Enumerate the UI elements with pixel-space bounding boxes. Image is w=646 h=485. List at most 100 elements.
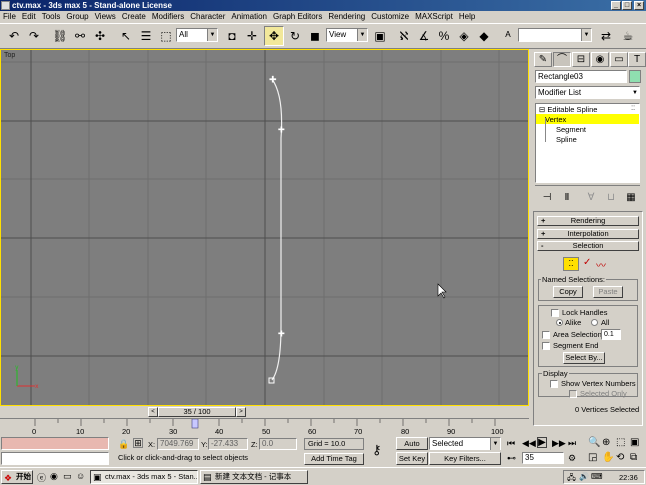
pin-stack-icon[interactable]: ⊣ bbox=[537, 187, 557, 207]
menu-maxscript[interactable]: MAXScript bbox=[415, 12, 453, 21]
maximize-viewport-icon[interactable]: ⧉ bbox=[630, 452, 637, 463]
quicklaunch-desktop-icon[interactable]: ▭ bbox=[63, 471, 72, 482]
menu-modifiers[interactable]: Modifiers bbox=[152, 12, 184, 21]
menu-character[interactable]: Character bbox=[190, 12, 225, 21]
key-filters-button[interactable]: Key Filters... bbox=[429, 452, 501, 465]
next-frame-icon[interactable]: ▶▶ bbox=[552, 438, 566, 449]
auto-key-button[interactable]: Auto Key bbox=[396, 437, 428, 459]
quick-render-icon[interactable]: ☕ bbox=[618, 26, 638, 46]
pan-icon[interactable]: ✋ bbox=[602, 452, 614, 463]
alike-radio[interactable] bbox=[556, 319, 563, 326]
stack-item-editable-spline[interactable]: ⊟ Editable Spline bbox=[539, 105, 597, 114]
select-object-icon[interactable]: ↖ bbox=[116, 26, 136, 46]
segment-subobject-icon[interactable]: ✓ bbox=[583, 257, 591, 268]
quicklaunch-media-icon[interactable]: ◉ bbox=[50, 471, 58, 482]
quicklaunch-messenger-icon[interactable]: ☺ bbox=[76, 471, 85, 481]
goto-end-icon[interactable]: ⏭ bbox=[568, 438, 576, 449]
time-slider-thumb[interactable]: 35 / 100 bbox=[158, 407, 236, 417]
rollout-rendering[interactable]: + Rendering bbox=[537, 216, 639, 226]
select-by-button[interactable]: Select By... bbox=[563, 352, 605, 364]
show-end-result-icon[interactable]: Ⅱ bbox=[557, 187, 577, 207]
configure-modifier-sets-icon[interactable]: ▦ bbox=[621, 187, 641, 207]
start-button[interactable]: ❖ 开始 bbox=[1, 470, 33, 484]
key-icon[interactable]: ⚷ bbox=[372, 442, 382, 458]
z-coordinate-field[interactable]: 0.0 bbox=[259, 438, 297, 450]
maximize-button[interactable]: □ bbox=[622, 1, 632, 10]
named-selection-icon[interactable]: ◆ bbox=[474, 26, 494, 46]
prev-frame-icon[interactable]: ◀◀ bbox=[522, 438, 536, 449]
zoom-icon[interactable]: 🔍 bbox=[588, 437, 600, 448]
make-unique-icon[interactable]: ∀ bbox=[581, 187, 601, 207]
zoom-all-icon[interactable]: ⊕ bbox=[602, 437, 610, 448]
angle-snap-icon[interactable]: ∡ bbox=[414, 26, 434, 46]
paste-button[interactable]: Paste bbox=[593, 286, 623, 298]
stack-item-segment[interactable]: Segment bbox=[556, 125, 586, 134]
close-button[interactable]: × bbox=[634, 1, 644, 10]
copy-button[interactable]: Copy bbox=[553, 286, 583, 298]
time-prev-button[interactable]: < bbox=[148, 407, 158, 417]
taskbar-3dsmax-button[interactable]: ▣ ctv.max - 3ds max 5 - Stan... bbox=[90, 470, 198, 484]
modifier-list-dropdown[interactable]: Modifier List ▼ bbox=[535, 86, 640, 99]
tray-ime-icon[interactable]: ⌨ bbox=[591, 472, 603, 481]
lock-handles-checkbox[interactable] bbox=[551, 309, 559, 317]
menu-graph-editors[interactable]: Graph Editors bbox=[273, 12, 322, 21]
select-and-move-icon[interactable]: ✥ bbox=[264, 26, 284, 46]
rectangle-selection-icon[interactable]: ⬚ bbox=[156, 26, 176, 46]
rollout-selection[interactable]: - Selection bbox=[537, 241, 639, 251]
select-and-rotate-icon[interactable]: ↻ bbox=[285, 26, 305, 46]
snap-toggle-icon[interactable]: ℵ bbox=[394, 26, 414, 46]
selected-only-checkbox[interactable] bbox=[569, 390, 577, 398]
abc-edit-named-icon[interactable]: ᴬ bbox=[498, 26, 518, 46]
pivot-center-icon[interactable]: ▣ bbox=[370, 26, 390, 46]
object-name-field[interactable]: Rectangle03 bbox=[535, 70, 627, 83]
menu-rendering[interactable]: Rendering bbox=[328, 12, 365, 21]
region-zoom-icon[interactable]: ◲ bbox=[588, 452, 597, 463]
add-time-tag-button[interactable]: Add Time Tag bbox=[304, 453, 364, 465]
set-key-button[interactable]: Set Key bbox=[396, 452, 428, 465]
stack-visibility-icon[interactable]: ⁚⁚ bbox=[631, 105, 635, 112]
menu-views[interactable]: Views bbox=[95, 12, 116, 21]
menu-tools[interactable]: Tools bbox=[42, 12, 61, 21]
menu-create[interactable]: Create bbox=[122, 12, 146, 21]
time-next-button[interactable]: > bbox=[236, 407, 246, 417]
y-coordinate-field[interactable]: -27.433 bbox=[208, 438, 248, 450]
goto-start-icon[interactable]: ⏮ bbox=[507, 438, 515, 449]
menu-help[interactable]: Help bbox=[459, 12, 475, 21]
zoom-extents-icon[interactable]: ⬚ bbox=[616, 437, 625, 448]
track-bar[interactable]: 0 10 20 30 40 50 60 70 80 90 100 bbox=[0, 418, 529, 436]
time-slider[interactable]: < 35 / 100 > bbox=[0, 406, 529, 418]
select-and-scale-icon[interactable]: ◼ bbox=[305, 26, 325, 46]
select-link-icon[interactable]: ⛓ bbox=[50, 26, 70, 46]
menu-animation[interactable]: Animation bbox=[231, 12, 267, 21]
percent-snap-icon[interactable]: % bbox=[434, 26, 454, 46]
key-mode-toggle-icon[interactable]: ⊷ bbox=[507, 453, 516, 464]
menu-group[interactable]: Group bbox=[66, 12, 88, 21]
select-by-name-icon[interactable]: ☰ bbox=[136, 26, 156, 46]
vertex-subobject-icon[interactable]: ⁚⁚ bbox=[563, 257, 579, 271]
select-move-pivot-icon[interactable]: ✛ bbox=[242, 26, 262, 46]
hierarchy-tab-icon[interactable]: ⊟ bbox=[572, 52, 590, 67]
selection-filter-dropdown[interactable]: All ▼ bbox=[176, 28, 218, 42]
stack-item-spline[interactable]: Spline bbox=[556, 135, 577, 144]
all-radio[interactable] bbox=[591, 319, 598, 326]
arc-rotate-icon[interactable]: ⟲ bbox=[616, 452, 624, 463]
key-mode-dropdown[interactable]: Selected ▼ bbox=[429, 437, 501, 450]
maxscript-listener-mini[interactable] bbox=[1, 437, 109, 450]
segment-end-checkbox[interactable] bbox=[542, 342, 550, 350]
show-vertex-numbers-checkbox[interactable] bbox=[550, 380, 558, 388]
rollout-interpolation[interactable]: + Interpolation bbox=[537, 229, 639, 239]
minimize-button[interactable]: _ bbox=[611, 1, 621, 10]
redo-icon[interactable]: ↷ bbox=[24, 26, 44, 46]
maxscript-input[interactable] bbox=[1, 452, 109, 465]
zoom-extents-all-icon[interactable]: ▣ bbox=[630, 437, 639, 448]
modifier-stack[interactable]: ⊟ Editable Spline Vertex Segment Spline … bbox=[535, 103, 640, 183]
remove-modifier-icon[interactable]: ⊔ bbox=[601, 187, 621, 207]
create-tab-icon[interactable]: ✎ bbox=[534, 52, 552, 67]
time-config-icon[interactable]: ⚙ bbox=[568, 453, 576, 464]
quicklaunch-ie-icon[interactable]: ⓔ bbox=[37, 471, 46, 484]
x-coordinate-field[interactable]: 7049.769 bbox=[157, 438, 199, 450]
play-icon[interactable]: ▶ bbox=[537, 437, 547, 448]
tray-network-icon[interactable]: 🖧 bbox=[567, 472, 576, 485]
spline-subobject-icon[interactable]: 〰 bbox=[596, 257, 606, 272]
mirror-icon[interactable]: ⇄ bbox=[596, 26, 616, 46]
